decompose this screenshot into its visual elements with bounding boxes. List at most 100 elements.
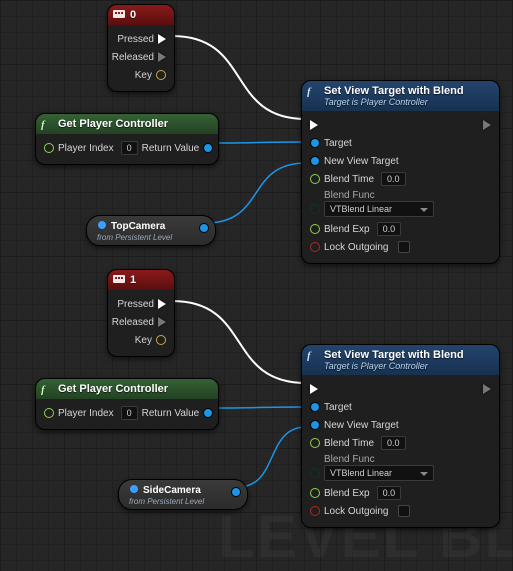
wire — [210, 407, 306, 408]
node-input-event-1[interactable]: 1 Pressed Released Key — [107, 269, 175, 357]
key-pin[interactable] — [156, 70, 166, 80]
function-header: f Get Player Controller — [36, 379, 218, 399]
function-icon: f — [41, 119, 52, 130]
wire — [238, 427, 306, 487]
pin-label-target: Target — [320, 138, 356, 149]
node-get-player-controller-0[interactable]: f Get Player Controller Player Index 0 R… — [35, 113, 219, 165]
node-subtitle: Target is Player Controller — [324, 361, 491, 371]
pin-label-blendexp: Blend Exp — [320, 224, 374, 235]
svg-text:f: f — [41, 119, 46, 130]
bool-pin-lockoutgoing[interactable] — [310, 506, 320, 516]
object-pin-newviewtarget[interactable] — [310, 420, 320, 430]
object-pin-out[interactable] — [231, 487, 241, 497]
exec-pin-in[interactable] — [310, 384, 318, 394]
exec-pin-pressed[interactable] — [158, 299, 166, 309]
object-pin-out[interactable] — [199, 223, 209, 233]
function-header: f Set View Target with Blend Target is P… — [302, 81, 499, 111]
svg-text:f: f — [41, 384, 46, 395]
function-header: f Get Player Controller — [36, 114, 218, 134]
float-pin-blendtime[interactable] — [310, 438, 320, 448]
function-icon: f — [41, 384, 52, 395]
pin-label-player-index: Player Index — [54, 408, 118, 419]
pin-label-blendfunc: Blend Func — [310, 190, 379, 201]
int-pin-player-index[interactable] — [44, 408, 54, 418]
variable-subtitle: from Persistent Level — [97, 233, 203, 242]
node-variable-topcamera[interactable]: TopCamera from Persistent Level — [86, 215, 216, 246]
lockoutgoing-checkbox[interactable] — [398, 241, 410, 253]
object-pin-return[interactable] — [203, 143, 213, 153]
variable-icon — [97, 220, 107, 233]
node-set-view-target-0[interactable]: f Set View Target with Blend Target is P… — [301, 80, 500, 264]
keyboard-event-icon — [113, 275, 125, 285]
exec-pin-released[interactable] — [158, 317, 166, 327]
node-get-player-controller-1[interactable]: f Get Player Controller Player Index 0 R… — [35, 378, 219, 430]
exec-pin-out[interactable] — [483, 120, 491, 130]
pin-label-blendtime: Blend Time — [320, 174, 378, 185]
event-header: 0 — [108, 5, 174, 25]
blendtime-value[interactable]: 0.0 — [381, 172, 406, 186]
node-title: Get Player Controller — [58, 383, 168, 395]
object-pin-newviewtarget[interactable] — [310, 156, 320, 166]
node-title: Set View Target with Blend — [324, 85, 464, 97]
pin-label-released: Released — [108, 317, 158, 328]
function-icon: f — [307, 350, 318, 361]
svg-text:f: f — [307, 350, 312, 361]
object-pin-target[interactable] — [310, 402, 320, 412]
node-title: Get Player Controller — [58, 118, 168, 130]
pin-label-pressed: Pressed — [113, 34, 158, 45]
pin-label-return-value: Return Value — [138, 408, 204, 419]
pin-label-target: Target — [320, 402, 356, 413]
enum-pin-blendfunc[interactable] — [310, 204, 320, 214]
pin-label-blendtime: Blend Time — [320, 438, 378, 449]
wire — [172, 301, 306, 383]
node-title: Set View Target with Blend — [324, 349, 464, 361]
event-title: 1 — [130, 274, 136, 286]
float-pin-blendexp[interactable] — [310, 488, 320, 498]
pin-label-pressed: Pressed — [113, 299, 158, 310]
wire — [172, 36, 306, 119]
float-pin-blendtime[interactable] — [310, 174, 320, 184]
node-set-view-target-1[interactable]: f Set View Target with Blend Target is P… — [301, 344, 500, 528]
pin-label-released: Released — [108, 52, 158, 63]
event-header: 1 — [108, 270, 174, 290]
lockoutgoing-checkbox[interactable] — [398, 505, 410, 517]
blendexp-value[interactable]: 0.0 — [377, 486, 402, 500]
exec-pin-released[interactable] — [158, 52, 166, 62]
node-variable-sidecamera[interactable]: SideCamera from Persistent Level — [118, 479, 248, 510]
blendtime-value[interactable]: 0.0 — [381, 436, 406, 450]
pin-label-lockoutgoing: Lock Outgoing — [320, 242, 393, 253]
object-pin-return[interactable] — [203, 408, 213, 418]
blendfunc-select[interactable]: VTBlend Linear — [324, 465, 434, 481]
svg-text:f: f — [307, 86, 312, 97]
enum-pin-blendfunc[interactable] — [310, 468, 320, 478]
bool-pin-lockoutgoing[interactable] — [310, 242, 320, 252]
object-pin-target[interactable] — [310, 138, 320, 148]
player-index-value[interactable]: 0 — [121, 141, 138, 155]
wire — [210, 142, 306, 143]
blendfunc-select[interactable]: VTBlend Linear — [324, 201, 434, 217]
variable-icon — [129, 484, 139, 497]
blendexp-value[interactable]: 0.0 — [377, 222, 402, 236]
pin-label-key: Key — [131, 335, 156, 346]
exec-pin-in[interactable] — [310, 120, 318, 130]
pin-label-newviewtarget: New View Target — [320, 420, 403, 431]
function-header: f Set View Target with Blend Target is P… — [302, 345, 499, 375]
exec-pin-out[interactable] — [483, 384, 491, 394]
node-input-event-0[interactable]: 0 Pressed Released Key — [107, 4, 175, 92]
pin-label-return-value: Return Value — [138, 143, 204, 154]
node-subtitle: Target is Player Controller — [324, 97, 491, 107]
variable-title: TopCamera — [111, 221, 165, 232]
key-pin[interactable] — [156, 335, 166, 345]
pin-label-player-index: Player Index — [54, 143, 118, 154]
float-pin-blendexp[interactable] — [310, 224, 320, 234]
exec-pin-pressed[interactable] — [158, 34, 166, 44]
int-pin-player-index[interactable] — [44, 143, 54, 153]
keyboard-event-icon — [113, 10, 125, 20]
wire — [206, 163, 306, 223]
function-icon: f — [307, 86, 318, 97]
pin-label-newviewtarget: New View Target — [320, 156, 403, 167]
pin-label-key: Key — [131, 70, 156, 81]
player-index-value[interactable]: 0 — [121, 406, 138, 420]
pin-label-blendfunc: Blend Func — [310, 454, 379, 465]
event-title: 0 — [130, 9, 136, 21]
